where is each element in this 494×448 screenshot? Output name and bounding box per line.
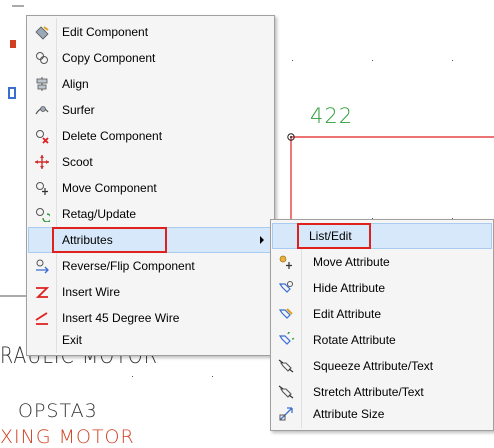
submenu-item-stretch-attribute-text[interactable]: Stretch Attribute/Text	[273, 380, 491, 404]
submenu-item-edit-attribute[interactable]: Edit Attribute	[273, 302, 491, 326]
context-menu: Edit Component Copy Component Align Surf…	[26, 15, 275, 356]
insert-wire-icon	[33, 283, 51, 301]
menu-item-surfer[interactable]: Surfer	[29, 98, 272, 122]
rotate-attribute-icon	[277, 331, 295, 349]
menu-item-edit-component[interactable]: Edit Component	[29, 20, 272, 44]
edit-attribute-icon	[277, 305, 295, 323]
menu-item-insert-wire[interactable]: Insert Wire	[29, 280, 272, 304]
menu-item-align[interactable]: Align	[29, 72, 272, 96]
menu-item-copy-component[interactable]: Copy Component	[29, 46, 272, 70]
stretch-attribute-icon	[277, 383, 295, 401]
wire-number-label[interactable]: 422	[310, 104, 353, 128]
component-mark-red	[10, 40, 16, 48]
submenu-item-list-edit[interactable]: List/Edit	[272, 223, 492, 249]
align-icon	[33, 75, 51, 93]
attribute-size-icon	[277, 405, 295, 423]
insert-45-wire-icon	[33, 309, 51, 327]
menu-item-retag-update[interactable]: Retag/Update	[29, 202, 272, 226]
submenu-item-rotate-attribute[interactable]: Rotate Attribute	[273, 328, 491, 352]
component-mark-blue	[8, 87, 16, 99]
squeeze-attribute-icon	[277, 357, 295, 375]
retag-update-icon	[33, 205, 51, 223]
surfer-icon	[33, 101, 51, 119]
menu-item-move-component[interactable]: Move Component	[29, 176, 272, 200]
menu-item-exit[interactable]: Exit	[29, 328, 272, 352]
menu-item-delete-component[interactable]: Delete Component	[29, 124, 272, 148]
edit-component-icon	[33, 23, 51, 41]
attributes-submenu: List/Edit Move Attribute Hide Attribute …	[270, 219, 494, 431]
menu-item-attributes[interactable]: Attributes	[28, 227, 273, 253]
reverse-flip-icon	[33, 257, 51, 275]
menu-item-scoot[interactable]: Scoot	[29, 150, 272, 174]
hide-attribute-icon	[277, 279, 295, 297]
scoot-icon	[33, 153, 51, 171]
move-component-icon	[33, 179, 51, 197]
submenu-item-squeeze-attribute-text[interactable]: Squeeze Attribute/Text	[273, 354, 491, 378]
submenu-item-attribute-size[interactable]: Attribute Size	[273, 402, 491, 426]
submenu-item-hide-attribute[interactable]: Hide Attribute	[273, 276, 491, 300]
submenu-arrow-icon	[260, 236, 264, 244]
component-description-2: XING MOTOR	[0, 426, 135, 448]
copy-component-icon	[33, 49, 51, 67]
menu-item-reverse-flip-component[interactable]: Reverse/Flip Component	[29, 254, 272, 278]
submenu-item-move-attribute[interactable]: Move Attribute	[273, 250, 491, 274]
component-tag: OPSTA3	[18, 400, 98, 422]
delete-component-icon	[33, 127, 51, 145]
menu-item-insert-45-degree-wire[interactable]: Insert 45 Degree Wire	[29, 306, 272, 330]
move-attribute-icon	[277, 253, 295, 271]
